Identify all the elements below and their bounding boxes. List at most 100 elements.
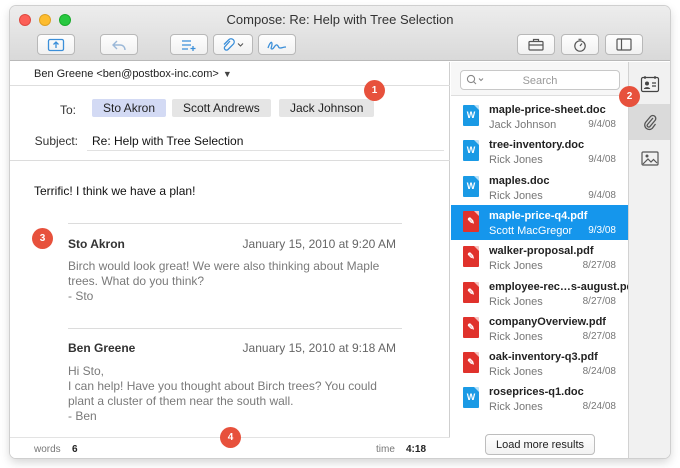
subject-field[interactable]: Re: Help with Tree Selection [92,134,243,148]
message-body[interactable]: Terrific! I think we have a plan! [34,184,195,198]
word-doc-icon: W [463,140,479,162]
file-type-glyph: ✎ [467,215,475,226]
callout-badge: 2 [619,86,640,107]
quote-author: Sto Akron [68,237,125,251]
file-result-row[interactable]: Wroseprices-q1.doc Rick Jones 8/24/08 [451,381,628,416]
file-type-glyph: W [466,180,476,191]
recipient-chip[interactable]: Scott Andrews [172,99,271,117]
callout-badge: 3 [32,228,53,249]
send-button[interactable] [37,34,75,55]
file-sender: Rick Jones [489,366,543,379]
file-name: walker-proposal.pdf [489,245,594,258]
file-name: maples.doc [489,174,550,187]
attach-button[interactable] [213,34,253,55]
word-doc-icon: W [463,105,479,126]
images-tab[interactable] [629,140,670,176]
file-result-row[interactable]: ✎ companyOverview.pdf Rick Jones 8/27/08 [451,311,628,346]
chevron-down-icon: ▼ [222,68,232,79]
file-result-row[interactable]: ✎ walker-proposal.pdf Rick Jones 8/27/08 [451,240,628,275]
quote-body: Hi Sto, I can help! Have you thought abo… [68,364,377,424]
file-date: 9/3/08 [588,224,616,236]
attach-icon [223,37,244,51]
quote-line: Hi Sto, [68,364,105,378]
quote-line: I can help! Have you thought about Birch… [68,379,377,393]
quote-divider [68,328,402,329]
attachments-tab[interactable] [629,104,670,140]
file-date: 8/24/08 [582,401,616,413]
sidebar [628,62,670,458]
search-input[interactable]: Search [460,70,620,90]
quote-line: - Sto [68,289,94,303]
search-bar: Search [451,62,628,96]
briefcase-icon [528,38,544,51]
file-result-row[interactable]: Wmaples.doc Rick Jones 9/4/08 [451,170,628,205]
attachment-search-pane: Search Wmaple-price-sheet.doc Jack Johnso… [451,62,637,458]
signature-button[interactable] [258,34,296,55]
from-address: Ben Greene <ben@postbox-inc.com> [34,67,219,80]
page-fold [474,105,479,110]
image-icon [641,150,659,166]
file-date: 8/27/08 [582,295,616,307]
page-fold [474,387,479,393]
reply-icon [112,40,126,50]
file-result-row[interactable]: Wmaple-price-sheet.doc Jack Johnson 9/4/08 [451,99,628,134]
word-doc-icon: W [463,175,479,197]
page-fold [474,140,479,146]
to-label: To: [59,103,76,117]
file-result-row[interactable]: ✎ maple-price-q4.pdf Scott MacGregor 9/3/08 [451,204,628,240]
quote-author: Ben Greene [68,341,136,355]
quote-line: trees. What do you think? [68,274,205,288]
quote-line: - Ben [68,409,97,423]
sidebar-toggle-button[interactable] [605,34,643,55]
list-add-icon [182,39,196,51]
word-count-label: words [34,444,61,455]
file-sender: Rick Jones [489,154,543,167]
callout-badge: 1 [364,80,385,101]
quote-line: plant a cluster of them near the south w… [68,394,294,408]
file-date: 9/4/08 [588,189,616,201]
timer-icon [574,38,586,52]
page-fold [474,175,479,181]
recipient-chip[interactable]: Sto Akron [92,99,167,117]
signature-icon [267,41,287,50]
file-result-row[interactable]: Wtree-inventory.doc Rick Jones 9/4/08 [451,134,628,169]
file-name: maple-price-sheet.doc [489,104,606,116]
quote-body: Birch would look great! We were also thi… [68,259,379,304]
file-type-glyph: ✎ [467,251,475,262]
time-label: time [376,444,395,455]
file-name: oak-inventory-q3.pdf [489,351,598,364]
timer-button[interactable] [561,34,599,55]
load-more-button[interactable]: Load more results [485,434,595,455]
sidebar-toggle-icon [616,38,632,51]
subject-underline [87,150,444,151]
quote-line: Birch would look great! We were also thi… [68,259,380,273]
page-fold [474,316,479,322]
file-type-glyph: W [466,392,476,403]
pdf-file-icon: ✎ [463,246,479,268]
pdf-file-icon: ✎ [463,316,479,338]
page-fold [474,210,479,216]
time-value: 4:18 [406,444,427,455]
file-type-glyph: W [466,145,476,156]
page-fold [474,246,479,252]
search-placeholder: Search [522,75,558,87]
file-date: 9/4/08 [588,154,616,166]
page-fold [474,281,479,287]
compose-window: Compose: Re: Help with Tree Selection Be… [10,6,670,458]
reply-button[interactable] [100,34,138,55]
file-result-row[interactable]: ✎ oak-inventory-q3.pdf Rick Jones 8/24/08 [451,346,628,381]
title-bar: Compose: Re: Help with Tree Selection [10,6,670,61]
file-type-glyph: ✎ [467,321,475,332]
send-icon [47,38,65,51]
page-fold [474,352,479,358]
briefcase-button[interactable] [517,34,555,55]
list-add-button[interactable] [170,34,208,55]
word-count: 6 [72,444,78,455]
file-date: 8/24/08 [582,366,616,378]
recipient-chip[interactable]: Jack Johnson [279,99,375,117]
file-result-row[interactable]: ✎ employee-rec…s-august.pdf Rick Jones 8/27… [451,276,637,311]
file-name: tree-inventory.doc [489,139,585,152]
from-selector[interactable]: Ben Greene <ben@postbox-inc.com> ▼ [10,62,450,86]
file-name: companyOverview.pdf [489,315,606,328]
contacts-icon [640,76,660,93]
